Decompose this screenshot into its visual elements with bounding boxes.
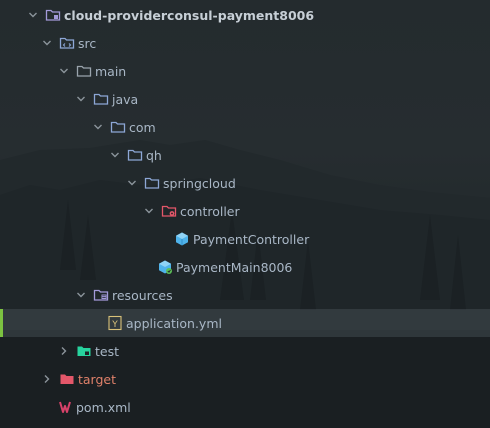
tree-node-com[interactable]: com [0, 113, 490, 141]
tree-node-label: target [78, 371, 117, 387]
tree-node-label: com [129, 119, 156, 135]
tree-node-label: java [112, 91, 139, 107]
tree-node-src[interactable]: src [0, 29, 490, 57]
tree-node-label: PaymentMain8006 [176, 259, 293, 275]
tree-node-label: controller [180, 203, 240, 219]
tree-node-label: src [78, 35, 97, 51]
tree-node-resources[interactable]: resources [0, 281, 490, 309]
folder-icon [76, 63, 92, 79]
tree-node-paymentcontroller[interactable]: PaymentController [0, 225, 490, 253]
chevron-down-icon[interactable] [26, 8, 40, 22]
chevron-down-icon[interactable] [125, 176, 139, 190]
spring-boot-class-icon [157, 259, 173, 275]
tree-node-label: main [95, 63, 127, 79]
tree-node-label: springcloud [163, 175, 236, 191]
tree-node-label: application.yml [126, 315, 222, 331]
tree-node-label: pom.xml [76, 399, 131, 415]
source-folder-icon [59, 35, 75, 51]
tree-node-springcloud[interactable]: springcloud [0, 169, 490, 197]
chevron-down-icon[interactable] [40, 36, 54, 50]
tree-node-label: test [95, 343, 120, 359]
chevron-down-icon[interactable] [57, 64, 71, 78]
tree-node-qh[interactable]: qh [0, 141, 490, 169]
folder-icon [144, 175, 160, 191]
module-folder-icon [45, 7, 61, 23]
excluded-folder-icon [59, 371, 75, 387]
tree-node-label: qh [146, 147, 162, 163]
source-root-folder-icon [93, 91, 109, 107]
package-folder-icon [161, 203, 177, 219]
class-icon [174, 231, 190, 247]
project-tree: cloud-providerconsul-payment8006 src mai… [0, 0, 490, 428]
tree-node-application-yml[interactable]: Y application.yml [0, 309, 490, 337]
chevron-down-icon[interactable] [142, 204, 156, 218]
tree-node-main[interactable]: main [0, 57, 490, 85]
tree-node-label: cloud-providerconsul-payment8006 [64, 7, 315, 23]
tree-node-paymentmain8006[interactable]: PaymentMain8006 [0, 253, 490, 281]
tree-node-java[interactable]: java [0, 85, 490, 113]
svg-text:Y: Y [111, 320, 118, 330]
chevron-right-icon[interactable] [57, 344, 71, 358]
tree-node-label: resources [112, 287, 173, 303]
resources-folder-icon [93, 287, 109, 303]
chevron-down-icon[interactable] [74, 92, 88, 106]
tree-node-target[interactable]: target [0, 365, 490, 393]
folder-icon [127, 147, 143, 163]
yaml-file-icon: Y [107, 315, 123, 331]
tree-node-root[interactable]: cloud-providerconsul-payment8006 [0, 1, 490, 29]
maven-icon [57, 399, 73, 415]
tree-node-label: PaymentController [193, 231, 310, 247]
test-folder-icon [76, 343, 92, 359]
chevron-down-icon[interactable] [108, 148, 122, 162]
chevron-down-icon[interactable] [74, 288, 88, 302]
tree-node-test[interactable]: test [0, 337, 490, 365]
folder-icon [110, 119, 126, 135]
tree-node-pom-xml[interactable]: pom.xml [0, 393, 490, 421]
chevron-right-icon[interactable] [40, 372, 54, 386]
chevron-down-icon[interactable] [91, 120, 105, 134]
tree-node-controller[interactable]: controller [0, 197, 490, 225]
